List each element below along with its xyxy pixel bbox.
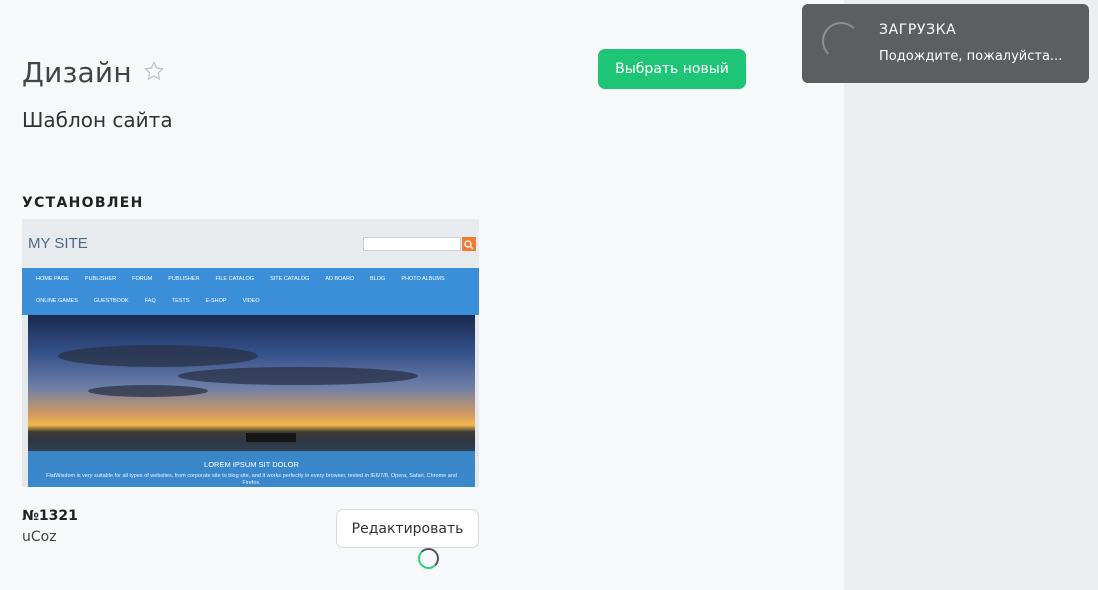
preview-caption: LOREM IPSUM SIT DOLOR FlatWisdom is very… (28, 451, 475, 487)
preview-nav-item: SITE CATALOG (270, 276, 310, 282)
preview-nav-item: PUBLISHER (84, 276, 117, 282)
template-number: №1321 (22, 508, 78, 524)
star-outline-icon[interactable] (143, 60, 165, 82)
preview-nav-item: PUBLISHER (168, 276, 200, 282)
template-vendor: uCoz (22, 529, 57, 545)
toast-title: ЗАГРУЗКА (879, 22, 957, 38)
section-label-installed: УСТАНОВЛЕН (22, 195, 144, 211)
preview-nav-item: PHOTO ALBUMS (401, 276, 445, 282)
loading-toast: ЗАГРУЗКА Подождите, пожалуйста... (802, 4, 1089, 83)
preview-nav-item: BLOG (370, 276, 386, 282)
spinner-icon (822, 22, 860, 60)
preview-site-title: MY SITE (28, 235, 88, 252)
page-title: Дизайн (22, 56, 132, 89)
right-panel (844, 0, 1098, 590)
cloud (58, 345, 258, 367)
choose-new-button[interactable]: Выбрать новый (598, 49, 746, 89)
edit-button[interactable]: Редактировать (336, 509, 479, 548)
cloud (88, 385, 208, 397)
search-icon (462, 237, 476, 251)
preview-nav-row: HOME PAGE PUBLISHER FORUM PUBLISHER FILE CAT… (36, 276, 461, 282)
preview-nav-row: ONLINE GAMES GUESTBOOK FAQ TESTS E-SHOP VIDEO (36, 298, 276, 304)
toast-message: Подождите, пожалуйста... (879, 49, 1063, 64)
preview-search-input (363, 237, 461, 251)
template-preview[interactable]: MY SITE HOME PAGE PUBLISHER FORUM PUBLISHER… (22, 219, 479, 487)
preview-nav: HOME PAGE PUBLISHER FORUM PUBLISHER FILE CAT… (22, 268, 479, 315)
preview-nav-item: VIDEO (242, 298, 260, 304)
preview-nav-item: FILE CATALOG (215, 276, 255, 282)
preview-caption-text: FlatWisdom is very suitable for all type… (46, 473, 457, 486)
spinner-icon (418, 548, 439, 569)
page-subtitle: Шаблон сайта (22, 108, 173, 132)
preview-nav-item: AD BOARD (325, 276, 355, 282)
preview-nav-item: GUESTBOOK (93, 298, 129, 304)
preview-nav-item: FORUM (132, 276, 153, 282)
cloud (178, 367, 418, 385)
preview-caption-title: LOREM IPSUM SIT DOLOR (204, 460, 299, 469)
preview-nav-item: FAQ (144, 298, 156, 304)
pier (246, 433, 296, 442)
preview-header: MY SITE (22, 219, 479, 268)
preview-nav-item: ONLINE GAMES (36, 298, 78, 304)
preview-nav-item: HOME PAGE (36, 276, 69, 282)
preview-nav-item: E-SHOP (205, 298, 227, 304)
preview-nav-item: TESTS (171, 298, 190, 304)
